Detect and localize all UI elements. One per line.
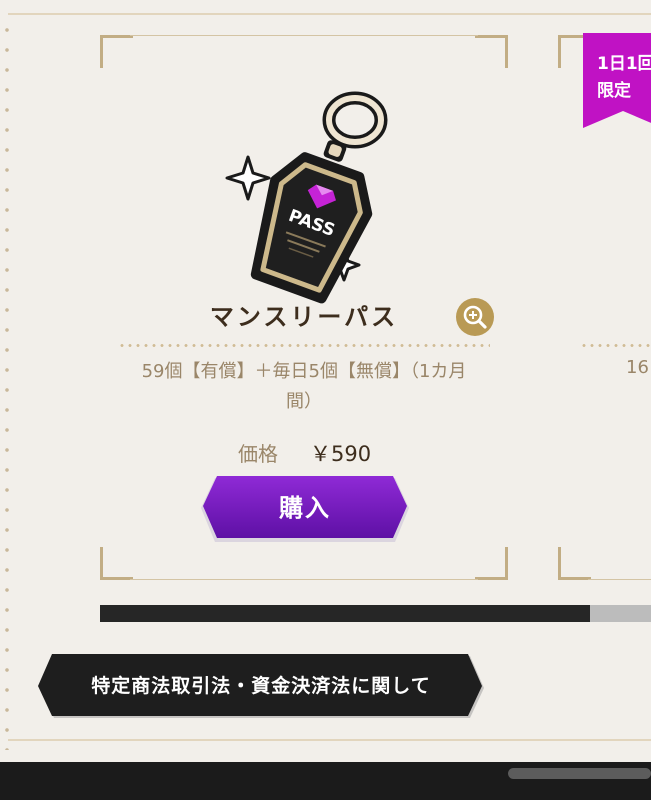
buy-button[interactable]: 購入 [199,476,411,544]
legal-info-button[interactable]: 特定商法取引法・資金決済法に関して [36,652,486,720]
legal-info-label: 特定商法取引法・資金決済法に関して [91,675,431,697]
badge-line-2: 限定 [597,81,631,101]
zoom-in-icon [463,305,487,329]
sparkle-icon [225,155,271,201]
product-title: マンスリーパス [209,303,399,331]
price-label: 価格 [238,442,278,466]
card-border [588,579,651,580]
horizontal-scrollbar[interactable] [100,605,651,622]
card-corner [100,547,133,580]
price-value: ￥590 [310,442,372,466]
card-border [130,579,478,580]
buy-button-label: 購入 [279,494,331,522]
monthly-pass-item-image: PASS [225,91,388,304]
card-border [130,35,478,36]
card-corner [475,35,508,68]
card-corner [100,35,133,68]
card-corner [558,547,591,580]
home-indicator[interactable] [508,768,651,779]
product-description: 59個【有償】＋毎日5個【無償】（1カ月間） [141,361,467,412]
title-separator [118,344,490,347]
zoom-button[interactable] [456,298,494,336]
product-card[interactable]: PASS マンスリーパス 59個【有償】＋毎日5個【無償】（1カ月間） 価格 ￥… [100,35,508,580]
title-separator [580,344,651,347]
left-border-dots [5,20,9,750]
next-product-description: 16 [626,357,649,378]
badge-line-1: 1日1回 [597,54,651,74]
daily-limit-badge: 1日1回 限定 [583,33,651,128]
scrollbar-thumb[interactable] [100,605,591,622]
card-corner [475,547,508,580]
